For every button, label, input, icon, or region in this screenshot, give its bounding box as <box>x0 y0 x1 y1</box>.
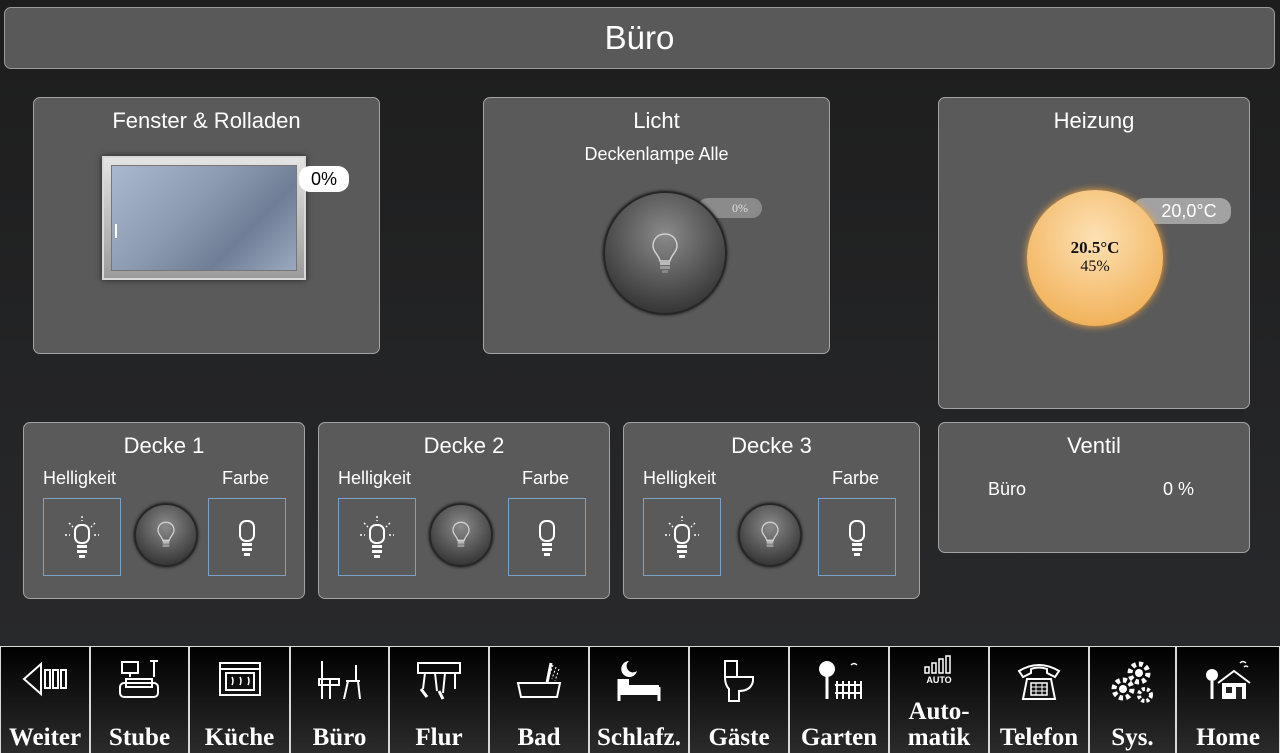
ceiling-toggle-button[interactable] <box>134 503 198 567</box>
nav-kueche[interactable]: Küche <box>189 646 290 753</box>
heating-panel-title: Heizung <box>1053 108 1135 133</box>
ceiling-panel-title: Decke 1 <box>123 433 205 458</box>
humidity-value: 45% <box>1080 258 1110 275</box>
light-panel-title: Licht <box>633 108 680 133</box>
brightness-button[interactable] <box>643 498 721 576</box>
nav-label: Auto- <box>908 698 970 725</box>
nav-label: Bad <box>517 724 561 751</box>
brightness-label: Helligkeit <box>643 468 717 488</box>
nav-label: Büro <box>312 724 367 751</box>
nav-bad[interactable]: Bad <box>489 646 589 753</box>
ceiling-panel-1: Decke 1 Helligkeit Farbe <box>23 422 305 599</box>
window-panel: Fenster & Rolladen 0% <box>33 97 380 354</box>
wardrobe-icon <box>417 662 461 700</box>
ceiling-toggle-button[interactable] <box>429 503 493 567</box>
color-label: Farbe <box>522 468 570 488</box>
nav-label-line2: matik <box>907 724 971 751</box>
bulb-outline-icon <box>849 520 865 556</box>
heating-panel: Heizung 20,0°C 20.5°C 45% <box>938 97 1250 409</box>
light-panel: Licht Deckenlampe Alle 0% <box>483 97 830 354</box>
ceiling-panel-2: Decke 2 Helligkeit Farbe <box>318 422 610 599</box>
automation-icon: AUTO <box>924 655 952 685</box>
nav-label: Schlafz. <box>596 724 682 751</box>
nav-label: Garten <box>800 724 878 751</box>
nav-label: Flur <box>415 724 463 751</box>
nav-telefon[interactable]: Telefon <box>989 646 1089 753</box>
brightness-label: Helligkeit <box>338 468 412 488</box>
automation-icon-text: AUTO <box>926 675 951 685</box>
telephone-icon <box>1017 664 1061 700</box>
bottom-nav: Weiter Stube Küche Büro Flur Bad Schlafz… <box>0 646 1280 753</box>
bright-bulb-icon <box>665 516 699 558</box>
valve-panel-title: Ventil <box>1067 433 1121 458</box>
ceiling-panel-3: Decke 3 Helligkeit Farbe <box>623 422 920 599</box>
window-handle-icon <box>115 224 117 238</box>
bulb-outline-icon <box>539 520 555 556</box>
window-position-badge: 0% <box>299 166 349 192</box>
color-label: Farbe <box>222 468 270 488</box>
bed-icon <box>617 661 661 701</box>
nav-garten[interactable]: Garten <box>789 646 889 753</box>
ceiling-panel-title: Decke 3 <box>731 433 812 458</box>
nav-label: Weiter <box>8 724 82 751</box>
bulb-outline-icon <box>239 520 255 556</box>
nav-weiter[interactable]: Weiter <box>0 646 90 753</box>
living-room-icon <box>118 660 159 698</box>
light-bulb-icon <box>761 521 779 547</box>
nav-stube[interactable]: Stube <box>90 646 189 753</box>
thermostat-dial[interactable]: 20.5°C 45% <box>1027 190 1163 326</box>
bright-bulb-icon <box>65 516 99 558</box>
light-bulb-icon <box>652 233 678 273</box>
garden-icon <box>819 661 862 699</box>
ceiling-toggle-button[interactable] <box>738 503 802 567</box>
light-panel-subtitle: Deckenlampe Alle <box>584 144 729 164</box>
nav-label: Home <box>1196 724 1260 751</box>
nav-automatik[interactable]: AUTO Auto- matik <box>889 646 989 753</box>
valve-panel: Ventil Büro 0 % <box>938 422 1250 553</box>
ceiling-panel-title: Decke 2 <box>423 433 505 458</box>
window-shutter-control[interactable] <box>102 156 306 280</box>
light-bulb-icon <box>452 521 470 547</box>
color-button[interactable] <box>508 498 586 576</box>
nav-label: Stube <box>108 724 171 751</box>
house-icon <box>1206 660 1251 699</box>
nav-label: Gäste <box>708 724 770 751</box>
oven-icon <box>218 662 261 696</box>
nav-buero[interactable]: Büro <box>290 646 389 753</box>
color-label: Farbe <box>832 468 880 488</box>
current-temperature: 20.5°C <box>1070 238 1120 257</box>
light-toggle-button[interactable] <box>603 191 727 315</box>
window-glass <box>111 165 297 271</box>
gears-icon <box>1111 661 1153 703</box>
light-bulb-icon <box>157 521 175 547</box>
nav-sys[interactable]: Sys. <box>1089 646 1176 753</box>
toilet-icon <box>723 660 754 702</box>
nav-label: Sys. <box>1111 724 1154 751</box>
nav-label: Telefon <box>999 724 1079 751</box>
desk-icon <box>317 661 361 700</box>
nav-gaeste[interactable]: Gäste <box>689 646 789 753</box>
valve-value: 0 % <box>1163 479 1195 499</box>
nav-label: Küche <box>204 724 275 751</box>
bright-bulb-icon <box>360 516 394 558</box>
page-title: Büro <box>4 7 1275 69</box>
nav-flur[interactable]: Flur <box>389 646 489 753</box>
brightness-label: Helligkeit <box>43 468 117 488</box>
window-panel-title: Fenster & Rolladen <box>112 108 301 133</box>
valve-room-label: Büro <box>988 479 1027 499</box>
brightness-button[interactable] <box>43 498 121 576</box>
color-button[interactable] <box>818 498 896 576</box>
nav-schlafzimmer[interactable]: Schlafz. <box>589 646 689 753</box>
brightness-button[interactable] <box>338 498 416 576</box>
back-arrow-icon <box>22 661 67 697</box>
color-button[interactable] <box>208 498 286 576</box>
nav-home[interactable]: Home <box>1176 646 1280 753</box>
bathtub-icon <box>516 662 562 698</box>
